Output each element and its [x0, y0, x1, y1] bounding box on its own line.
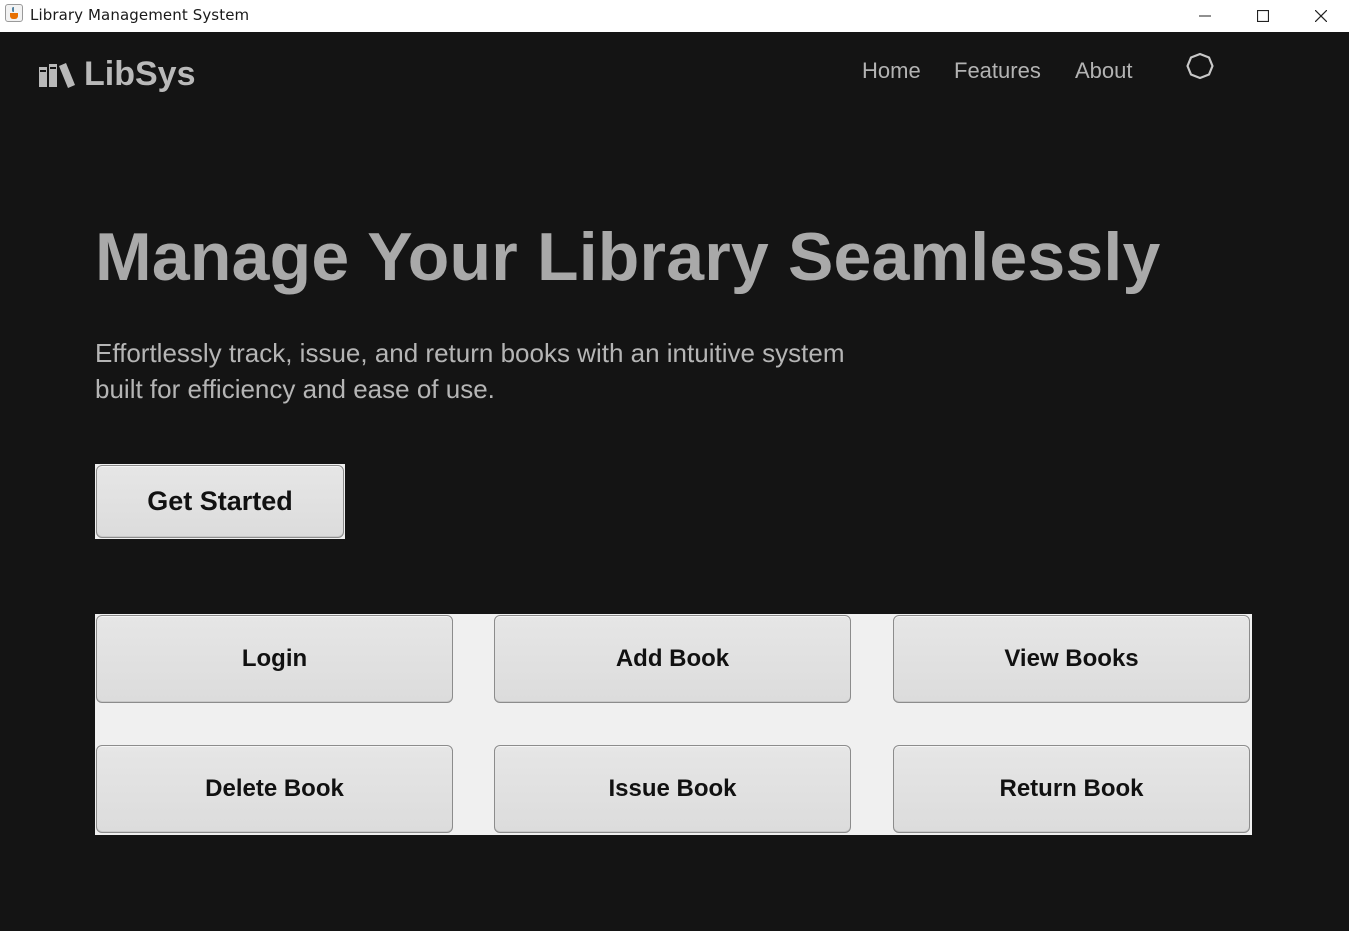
hero-subtitle-line-1: Effortlessly track, issue, and return bo… [95, 338, 845, 368]
get-started-container: Get Started [95, 464, 345, 539]
minimize-icon [1199, 15, 1211, 17]
add-book-button[interactable]: Add Book [494, 615, 851, 703]
minimize-button[interactable] [1176, 0, 1234, 32]
hero-subtitle-line-2: built for efficiency and ease of use. [95, 374, 495, 404]
brand[interactable]: LibSys [38, 54, 195, 94]
hero-subtitle: Effortlessly track, issue, and return bo… [95, 335, 925, 407]
return-book-button[interactable]: Return Book [893, 745, 1250, 833]
brand-name: LibSys [84, 54, 196, 93]
close-button[interactable] [1292, 0, 1349, 32]
nav-home-link[interactable]: Home [862, 58, 921, 84]
nav-about-link[interactable]: About [1075, 58, 1133, 84]
hero-title: Manage Your Library Seamlessly [95, 219, 1161, 295]
issue-book-button[interactable]: Issue Book [494, 745, 851, 833]
delete-book-button[interactable]: Delete Book [96, 745, 453, 833]
maximize-button[interactable] [1234, 0, 1292, 32]
window-title: Library Management System [30, 6, 250, 24]
window-titlebar: Library Management System [0, 0, 1349, 32]
maximize-icon [1257, 10, 1269, 22]
settings-icon[interactable] [1185, 51, 1215, 81]
java-app-icon [5, 4, 23, 22]
login-button[interactable]: Login [96, 615, 453, 703]
action-grid: Login Add Book View Books Delete Book Is… [95, 614, 1252, 835]
get-started-button[interactable]: Get Started [96, 465, 344, 538]
view-books-button[interactable]: View Books [893, 615, 1250, 703]
books-icon [39, 63, 75, 88]
nav-features-link[interactable]: Features [954, 58, 1041, 84]
close-icon [1315, 10, 1327, 22]
